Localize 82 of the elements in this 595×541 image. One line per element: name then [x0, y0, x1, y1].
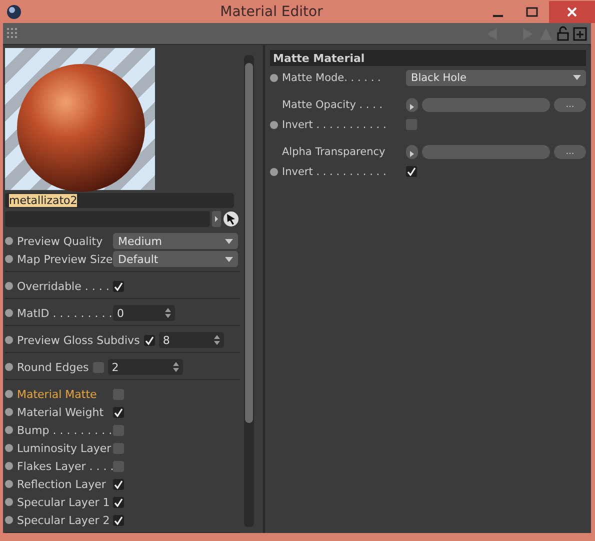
stepper-arrows-icon[interactable] [172, 362, 179, 372]
animate-dot[interactable] [5, 390, 13, 398]
checkmark-icon [114, 408, 123, 416]
parameter-label: Invert . . . . . . . . . . . [282, 118, 386, 130]
checkbox[interactable] [406, 119, 417, 130]
parameter-label[interactable]: Material Weight [17, 406, 109, 418]
checkbox[interactable] [113, 496, 124, 508]
checkbox[interactable] [406, 166, 417, 177]
parameter-label[interactable]: Specular Layer 2 [17, 514, 109, 526]
animate-dot[interactable] [5, 282, 13, 290]
dropdown[interactable]: Black Hole [406, 70, 586, 86]
close-icon [567, 6, 577, 16]
animate-dot[interactable] [5, 480, 13, 488]
checkbox[interactable] [144, 334, 155, 346]
play-arrow-icon [410, 104, 414, 110]
animate-dot[interactable] [5, 444, 13, 452]
texture-arrow-button[interactable] [406, 98, 418, 112]
animate-dot[interactable] [5, 408, 13, 416]
animate-dot[interactable] [5, 462, 13, 470]
parameter-label[interactable]: Specular Layer 1 [17, 496, 109, 508]
checkbox[interactable] [113, 406, 124, 418]
animate-dot[interactable] [5, 363, 13, 371]
parameter-label[interactable]: Material Matte [17, 388, 109, 400]
checkbox[interactable] [113, 442, 124, 454]
parameter-label: Preview Gloss Subdivs [17, 334, 140, 346]
app-logo-icon [6, 4, 22, 20]
number-spinner[interactable]: 2 [108, 359, 183, 375]
animate-dot[interactable] [5, 336, 13, 344]
parameter-label[interactable]: Reflection Layer [17, 478, 109, 490]
stepper-arrows-icon[interactable] [214, 335, 220, 345]
dropdown-arrow-icon [573, 75, 581, 80]
checkmark-icon [407, 167, 416, 176]
close-button[interactable] [549, 0, 595, 22]
maximize-icon [526, 6, 538, 16]
unlocked-padlock-icon[interactable] [557, 26, 569, 41]
parameter-label: Preview Quality [17, 234, 104, 248]
checkbox[interactable] [113, 460, 124, 472]
texture-arrow-button[interactable] [406, 144, 418, 158]
name-field[interactable]: metallizato2 [5, 192, 234, 208]
play-arrow-icon [410, 150, 414, 156]
parameter-label: Invert . . . . . . . . . . . [282, 166, 386, 178]
parameter-label[interactable]: Bump . . . . . . . . . [17, 424, 109, 436]
animate-dot[interactable] [5, 237, 13, 245]
section-header: Matte Material [270, 50, 586, 66]
animate-dot[interactable] [270, 74, 278, 82]
checkmark-icon [144, 336, 154, 344]
animate-dot[interactable] [5, 426, 13, 434]
checkbox[interactable] [113, 280, 124, 292]
dropdown[interactable]: Medium [113, 233, 238, 249]
checkbox[interactable] [113, 424, 124, 436]
checkbox[interactable] [113, 514, 124, 526]
new-window-icon[interactable] [573, 26, 587, 40]
parameter-label: Overridable . . . . [17, 280, 109, 292]
scrollbar[interactable] [244, 55, 254, 527]
dropdown[interactable]: Default [113, 251, 238, 267]
parameter-label: Round Edges [17, 360, 89, 374]
checkmark-icon [114, 282, 123, 290]
minimize-icon [493, 14, 503, 16]
parameter-label: Matte Opacity . . . . [282, 98, 383, 110]
stepper-arrows-icon[interactable] [165, 308, 171, 318]
number-spinner[interactable]: 8 [158, 332, 224, 348]
animate-dot[interactable] [5, 309, 13, 317]
dropdown-arrow-icon [225, 256, 233, 262]
grip-icon[interactable] [7, 28, 19, 40]
animate-dot[interactable] [270, 120, 278, 128]
browse-button[interactable]: ... [554, 144, 586, 158]
checkbox[interactable] [113, 478, 124, 490]
animate-dot[interactable] [5, 498, 13, 506]
browse-button[interactable]: ... [554, 98, 586, 112]
parameter-label: Matte Mode. . . . . . [282, 72, 381, 84]
parameter-label[interactable]: Luminosity Layer [17, 442, 109, 454]
pointer-picker-icon[interactable] [223, 211, 239, 227]
animate-dot[interactable] [5, 516, 13, 524]
number-spinner[interactable]: 0 [113, 305, 175, 321]
window-title: Material Editor [219, 4, 324, 20]
parameter-label: MatID . . . . . . . . . [17, 306, 109, 320]
checkbox[interactable] [92, 362, 104, 372]
animate-dot[interactable] [270, 168, 278, 176]
parameter-label: Alpha Transparency [282, 146, 386, 158]
checkbox[interactable] [113, 388, 124, 400]
animate-dot[interactable] [5, 255, 13, 263]
dropdown-arrow-icon [225, 238, 233, 244]
